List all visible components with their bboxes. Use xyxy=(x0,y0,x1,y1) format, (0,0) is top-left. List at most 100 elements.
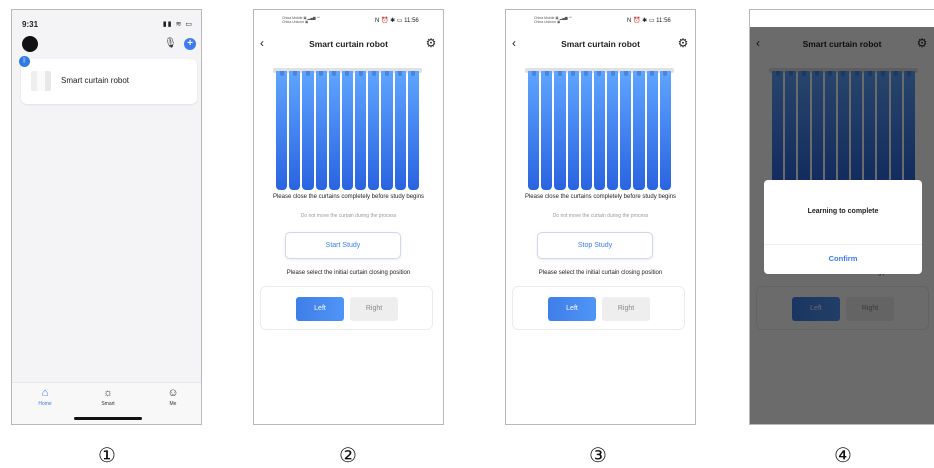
tab-label: Me xyxy=(169,401,177,407)
curtain-pleat xyxy=(567,71,579,190)
curtain-hook xyxy=(385,71,390,76)
page-title: Smart curtain robot xyxy=(309,39,388,49)
bluetooth-icon: ᛒ xyxy=(19,56,30,67)
curtain-hook xyxy=(319,71,324,76)
curtain-hook xyxy=(544,71,549,76)
curtain-pleat xyxy=(407,71,419,190)
status-right: N ⏰ ✱ ▭ 11:56 xyxy=(375,18,419,24)
curtain-hook xyxy=(650,71,655,76)
left-option[interactable]: Left xyxy=(548,297,596,321)
curtain-hook xyxy=(345,71,350,76)
start-study-button[interactable]: Start Study xyxy=(285,232,401,259)
status-right: N ⏰ ✱ ▭ 11:56 xyxy=(627,18,671,24)
curtain-pleat xyxy=(541,71,553,190)
curtain-pleat xyxy=(528,71,540,190)
curtain-hook xyxy=(371,71,376,76)
curtain-pleat xyxy=(593,71,606,190)
instruction-text: Please close the curtains completely bef… xyxy=(272,194,425,200)
curtain-hook xyxy=(305,71,310,76)
curtain-thumbnail xyxy=(31,71,51,91)
home-indicator xyxy=(74,417,142,420)
curtain-pleat xyxy=(328,71,340,190)
curtain-hook xyxy=(571,71,576,76)
status-carrier: China Mobile ▣ ▂▄▆ ⁴ᴳ China Unicom ▣ xyxy=(534,16,572,24)
status-carrier: China Mobile ▣ ▂▄▆ ⁴ᴳ China Unicom ▣ xyxy=(282,16,320,24)
curtain-hook xyxy=(637,71,642,76)
curtain-hook xyxy=(292,71,297,76)
curtain-hook xyxy=(623,71,628,76)
step-label-2: ② xyxy=(339,443,357,467)
curtain-hook xyxy=(597,71,602,76)
home-icon: ⌂ xyxy=(41,387,49,399)
curtain-hook xyxy=(398,71,403,76)
curtain-pleat xyxy=(355,71,367,190)
curtain-pleat xyxy=(607,71,619,190)
sun-icon: ☼ xyxy=(102,387,114,399)
position-label: Please select the initial curtain closin… xyxy=(286,270,411,276)
tab-smart[interactable]: ☼ Smart xyxy=(88,387,128,407)
curtain-hook xyxy=(411,71,416,76)
curtain-hook xyxy=(584,71,589,76)
curtain-pleat xyxy=(659,71,671,190)
curtain-pleat xyxy=(646,71,658,190)
gear-icon[interactable]: ⚙ xyxy=(677,37,689,49)
add-icon[interactable]: + xyxy=(184,38,196,50)
confirm-button[interactable]: Confirm xyxy=(764,254,922,263)
instruction-text: Please close the curtains completely bef… xyxy=(524,194,677,200)
curtain-hook xyxy=(557,71,562,76)
curtain-pleat xyxy=(276,71,288,190)
curtain-pleat xyxy=(341,71,354,190)
step-label-3: ③ xyxy=(589,443,607,467)
curtain-hook xyxy=(279,71,284,76)
avatar[interactable] xyxy=(22,36,38,52)
curtain-pleat xyxy=(580,71,592,190)
curtain-hook xyxy=(358,71,363,76)
tab-home[interactable]: ⌂ Home xyxy=(25,387,65,407)
tab-me[interactable]: ☺ Me xyxy=(153,387,193,407)
mic-icon[interactable]: 🎙︎ xyxy=(164,38,177,50)
curtain-pleat xyxy=(302,71,314,190)
dialog-message: Learning to complete xyxy=(807,208,879,215)
left-option[interactable]: Left xyxy=(296,297,344,321)
position-selector: Left Right xyxy=(512,286,685,330)
right-option[interactable]: Right xyxy=(602,297,650,321)
phone-screen-home: 9:31 ▮▮ ≋ ▭ 🎙︎ + ᛒ Smart curtain robot ⌂… xyxy=(11,9,202,425)
status-bar: 9:31 ▮▮ ≋ ▭ xyxy=(22,18,193,30)
phone-screen-stop-study: China Mobile ▣ ▂▄▆ ⁴ᴳ China Unicom ▣ N ⏰… xyxy=(505,9,696,425)
page-title: Smart curtain robot xyxy=(561,39,640,49)
status-icons: ▮▮ ≋ ▭ xyxy=(162,21,193,28)
curtain-hook xyxy=(663,71,668,76)
curtain-illustration xyxy=(273,68,422,190)
curtain-illustration xyxy=(525,68,674,190)
curtain-pleat xyxy=(633,71,645,190)
curtain-pleat xyxy=(315,71,327,190)
dialog-divider xyxy=(764,244,922,245)
position-label: Please select the initial curtain closin… xyxy=(538,270,663,276)
curtain-pleat xyxy=(394,71,406,190)
curtain-pleat xyxy=(381,71,393,190)
warning-text: Do not move the curtain during the proce… xyxy=(552,213,649,219)
device-card[interactable]: ᛒ Smart curtain robot xyxy=(19,56,197,104)
curtain-hook xyxy=(332,71,337,76)
completion-dialog: Learning to complete Confirm xyxy=(764,180,922,274)
step-label-4: ④ xyxy=(834,443,852,467)
curtain-hook xyxy=(610,71,615,76)
tab-label: Smart xyxy=(101,401,115,407)
position-selector: Left Right xyxy=(260,286,433,330)
stop-study-button[interactable]: Stop Study xyxy=(537,232,653,259)
curtain-pleat xyxy=(620,71,632,190)
user-icon: ☺ xyxy=(167,387,179,399)
gear-icon[interactable]: ⚙ xyxy=(425,37,437,49)
curtain-pleat xyxy=(289,71,301,190)
curtain-pleat xyxy=(368,71,380,190)
right-option[interactable]: Right xyxy=(350,297,398,321)
device-name: Smart curtain robot xyxy=(61,76,130,85)
phone-screen-learning-complete: ‹ Smart curtain robot ⚙ Please select th… xyxy=(749,9,934,425)
phone-screen-start-study: China Mobile ▣ ▂▄▆ ⁴ᴳ China Unicom ▣ N ⏰… xyxy=(253,9,444,425)
curtain-pleat xyxy=(554,71,566,190)
curtain-hook xyxy=(531,71,536,76)
tab-bar: ⌂ Home ☼ Smart ☺ Me xyxy=(12,382,201,424)
warning-text: Do not move the curtain during the proce… xyxy=(300,213,397,219)
step-label-1: ① xyxy=(98,443,116,467)
tab-label: Home xyxy=(38,401,52,407)
